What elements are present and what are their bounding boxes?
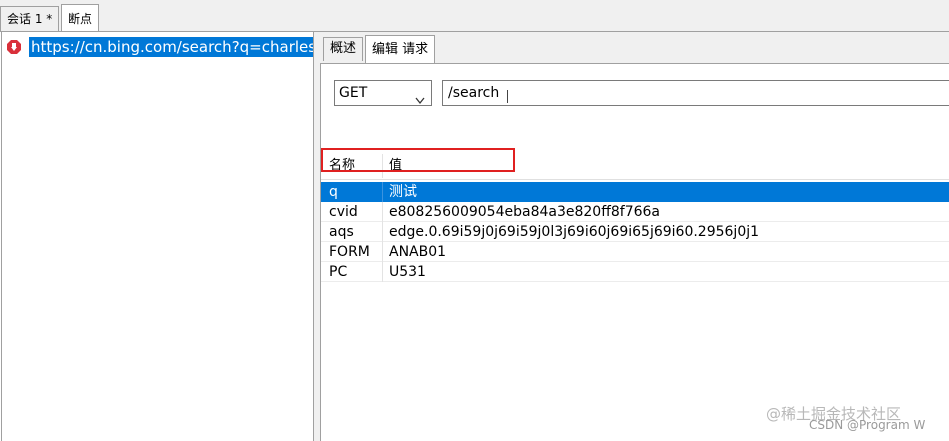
table-row[interactable]: q 测试 — [321, 182, 949, 202]
tab-overview[interactable]: 概述 — [323, 37, 364, 61]
param-value[interactable]: ANAB01 — [389, 242, 446, 262]
param-value[interactable]: edge.0.69i59j0j69i59j0l3j69i60j69i65j69i… — [389, 222, 759, 242]
table-row[interactable]: cvid e808256009054eba84a3e820ff8f766a — [321, 202, 949, 222]
cell-divider — [382, 222, 383, 242]
table-row[interactable]: aqs edge.0.69i59j0j69i59j0l3j69i60j69i65… — [321, 222, 949, 242]
tab-edit-request[interactable]: 编辑 请求 — [365, 35, 436, 64]
breakpoint-list: https://cn.bing.com/search?q=charles& — [1, 32, 314, 441]
param-value[interactable]: e808256009054eba84a3e820ff8f766a — [389, 202, 660, 222]
tab-breakpoints[interactable]: 断点 — [61, 4, 100, 32]
param-name[interactable]: q — [329, 182, 338, 202]
method-select-value: GET — [339, 85, 368, 101]
tab-overview-label: 概述 — [330, 41, 357, 56]
breakpoint-editor: 概述 编辑 请求 GET /search 名称 值 q 测试 cvid e808… — [320, 32, 949, 441]
chevron-down-icon — [415, 89, 425, 105]
path-input[interactable]: /search — [442, 80, 949, 106]
tab-edit-request-label: 编辑 请求 — [372, 42, 429, 57]
tab-session-1-label: 会话 1 * — [7, 12, 53, 26]
breakpoint-icon — [7, 40, 21, 54]
document-tab-strip: 会话 1 * 断点 — [0, 0, 949, 32]
param-value[interactable]: 测试 — [389, 182, 417, 202]
annotation-highlight-box — [321, 148, 515, 172]
param-value[interactable]: U531 — [389, 262, 426, 282]
table-row[interactable]: FORM ANAB01 — [321, 242, 949, 262]
cell-divider — [382, 242, 383, 262]
breakpoint-url[interactable]: https://cn.bing.com/search?q=charles& — [29, 37, 313, 57]
param-name[interactable]: aqs — [329, 222, 354, 242]
param-name[interactable]: FORM — [329, 242, 370, 262]
param-name[interactable]: PC — [329, 262, 347, 282]
path-input-value: /search — [448, 85, 500, 101]
tab-session-1[interactable]: 会话 1 * — [0, 6, 60, 31]
text-cursor — [507, 90, 508, 103]
param-name[interactable]: cvid — [329, 202, 358, 222]
watermark-csdn: CSDN @Program W — [809, 418, 926, 432]
tab-breakpoints-label: 断点 — [68, 12, 93, 26]
table-row[interactable]: PC U531 — [321, 262, 949, 282]
cell-divider — [382, 202, 383, 222]
edit-request-panel: GET /search 名称 值 q 测试 cvid e808256009054… — [320, 63, 949, 441]
cell-divider — [382, 182, 383, 202]
method-select[interactable]: GET — [334, 80, 432, 106]
cell-divider — [382, 262, 383, 282]
